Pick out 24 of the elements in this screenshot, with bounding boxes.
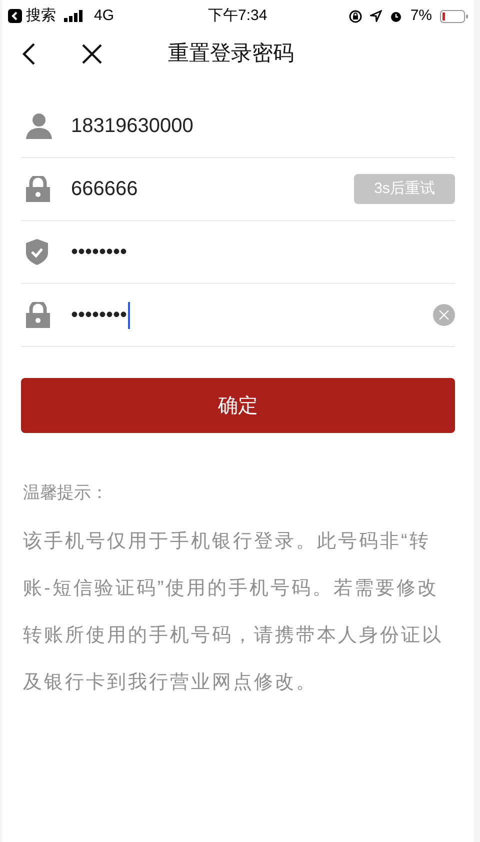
input-field[interactable]: •••••••• xyxy=(71,237,128,267)
battery-percent: 7% xyxy=(410,6,432,26)
close-icon[interactable] xyxy=(82,44,102,64)
back-icon[interactable] xyxy=(22,42,36,64)
back-icon[interactable] xyxy=(8,9,22,23)
input-field[interactable]: 18319630000 xyxy=(71,111,194,141)
lock-icon xyxy=(26,302,50,328)
rotation-lock-icon xyxy=(349,10,362,22)
location-arrow-icon xyxy=(370,10,382,22)
network-type: 4G xyxy=(94,6,114,26)
input-field[interactable]: •••••••• xyxy=(71,300,130,330)
back-app-label[interactable]: 搜索 xyxy=(26,4,56,28)
lock-icon xyxy=(26,176,50,202)
confirm-button[interactable]: 确定 xyxy=(21,378,455,433)
alarm-icon xyxy=(390,10,402,22)
signal-icon xyxy=(64,10,84,22)
person-icon xyxy=(26,113,52,139)
clock-time: 下午7:34 xyxy=(208,6,268,26)
input-field[interactable]: 666666 xyxy=(71,174,138,204)
hint-text: 该手机号仅用于手机银行登录。此号码非“转账-短信验证码”使用的手机号码。若需要修改转账所使用的手机号码，请携带本人身份证以及银行卡到我行营业网点修改。 xyxy=(23,530,444,695)
page-title: 重置登录密码 xyxy=(168,40,294,67)
battery-icon xyxy=(440,10,468,22)
hint-title: 温馨提示： xyxy=(23,482,109,504)
shield-check-icon xyxy=(26,239,48,265)
